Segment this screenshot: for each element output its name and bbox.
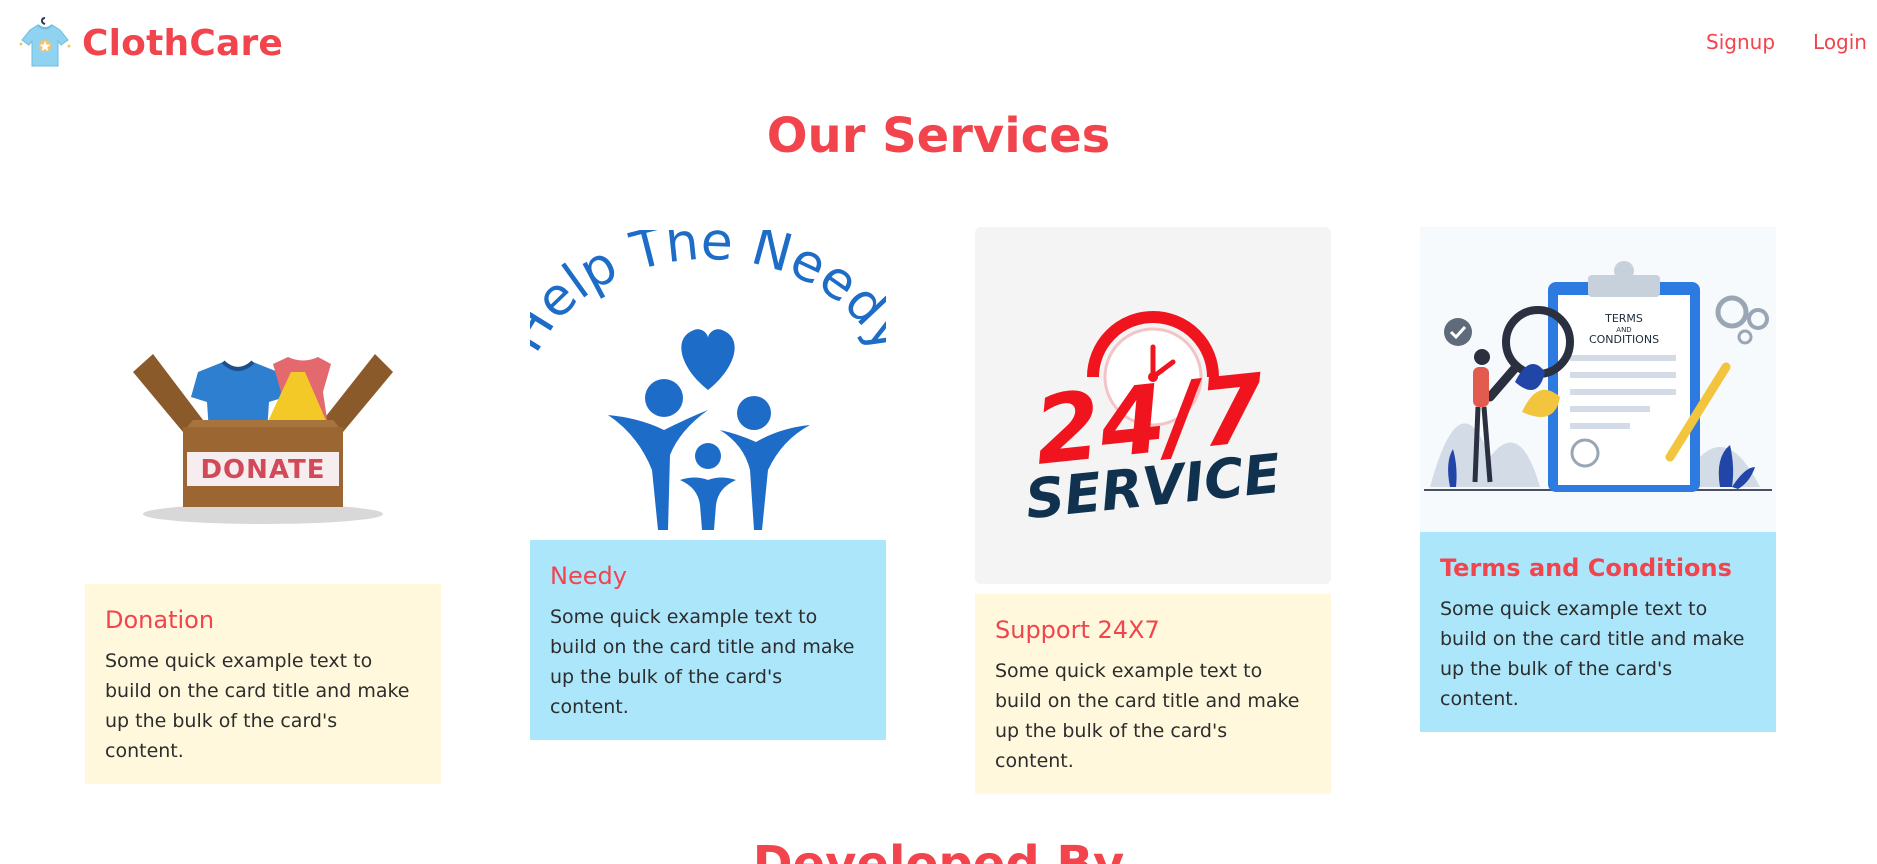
card-text: Some quick example text to build on the …	[995, 660, 1300, 772]
card-title: Needy	[550, 562, 627, 590]
signup-link[interactable]: Signup	[1706, 30, 1775, 54]
card-title: Support 24X7	[995, 616, 1160, 644]
card-image: DONATE	[85, 260, 441, 584]
card-image: Help The Needy	[530, 230, 886, 540]
card-body: Donation Some quick example text to buil…	[85, 584, 441, 784]
donate-label: DONATE	[200, 455, 325, 485]
card-body: Support 24X7 Some quick example text to …	[975, 594, 1331, 794]
brand[interactable]: ClothCare	[18, 16, 283, 70]
brand-name: ClothCare	[82, 22, 284, 64]
card-body: Terms and Conditions Some quick example …	[1420, 532, 1776, 732]
help-the-needy-icon: Help The Needy	[530, 230, 886, 530]
service-card-needy: Help The Needy Needy Some quick example …	[530, 230, 886, 740]
terms-text-top: TERMS	[1604, 312, 1643, 325]
card-title: Donation	[105, 606, 215, 634]
service-card-support: 24/7 SERVICE Support 24X7 Some quick exa…	[975, 227, 1331, 794]
card-title: Terms and Conditions	[1440, 554, 1732, 582]
support-247-icon: 24/7 SERVICE	[1023, 311, 1284, 531]
service-card-donation: DONATE Donation Some quick example text …	[85, 260, 441, 784]
donate-box-icon: DONATE	[133, 354, 393, 524]
card-image: TERMS AND CONDITIONS	[1420, 227, 1776, 532]
login-link[interactable]: Login	[1813, 30, 1867, 54]
navbar: ClothCare Signup Login	[0, 0, 1877, 88]
tshirt-icon	[19, 17, 71, 67]
service-card-terms: TERMS AND CONDITIONS Terms and Condition…	[1420, 227, 1776, 732]
card-text: Some quick example text to build on the …	[1440, 598, 1745, 710]
nav-links: Signup Login	[1706, 30, 1867, 54]
terms-text-bottom: CONDITIONS	[1589, 333, 1659, 346]
card-text: Some quick example text to build on the …	[105, 650, 410, 762]
developed-by-title: Developed By	[752, 836, 1125, 864]
services-title: Our Services	[766, 108, 1111, 164]
card-body: Needy Some quick example text to build o…	[530, 540, 886, 740]
card-image: 24/7 SERVICE	[975, 227, 1331, 584]
terms-clipboard-icon: TERMS AND CONDITIONS	[1424, 261, 1772, 492]
card-text: Some quick example text to build on the …	[550, 606, 855, 718]
